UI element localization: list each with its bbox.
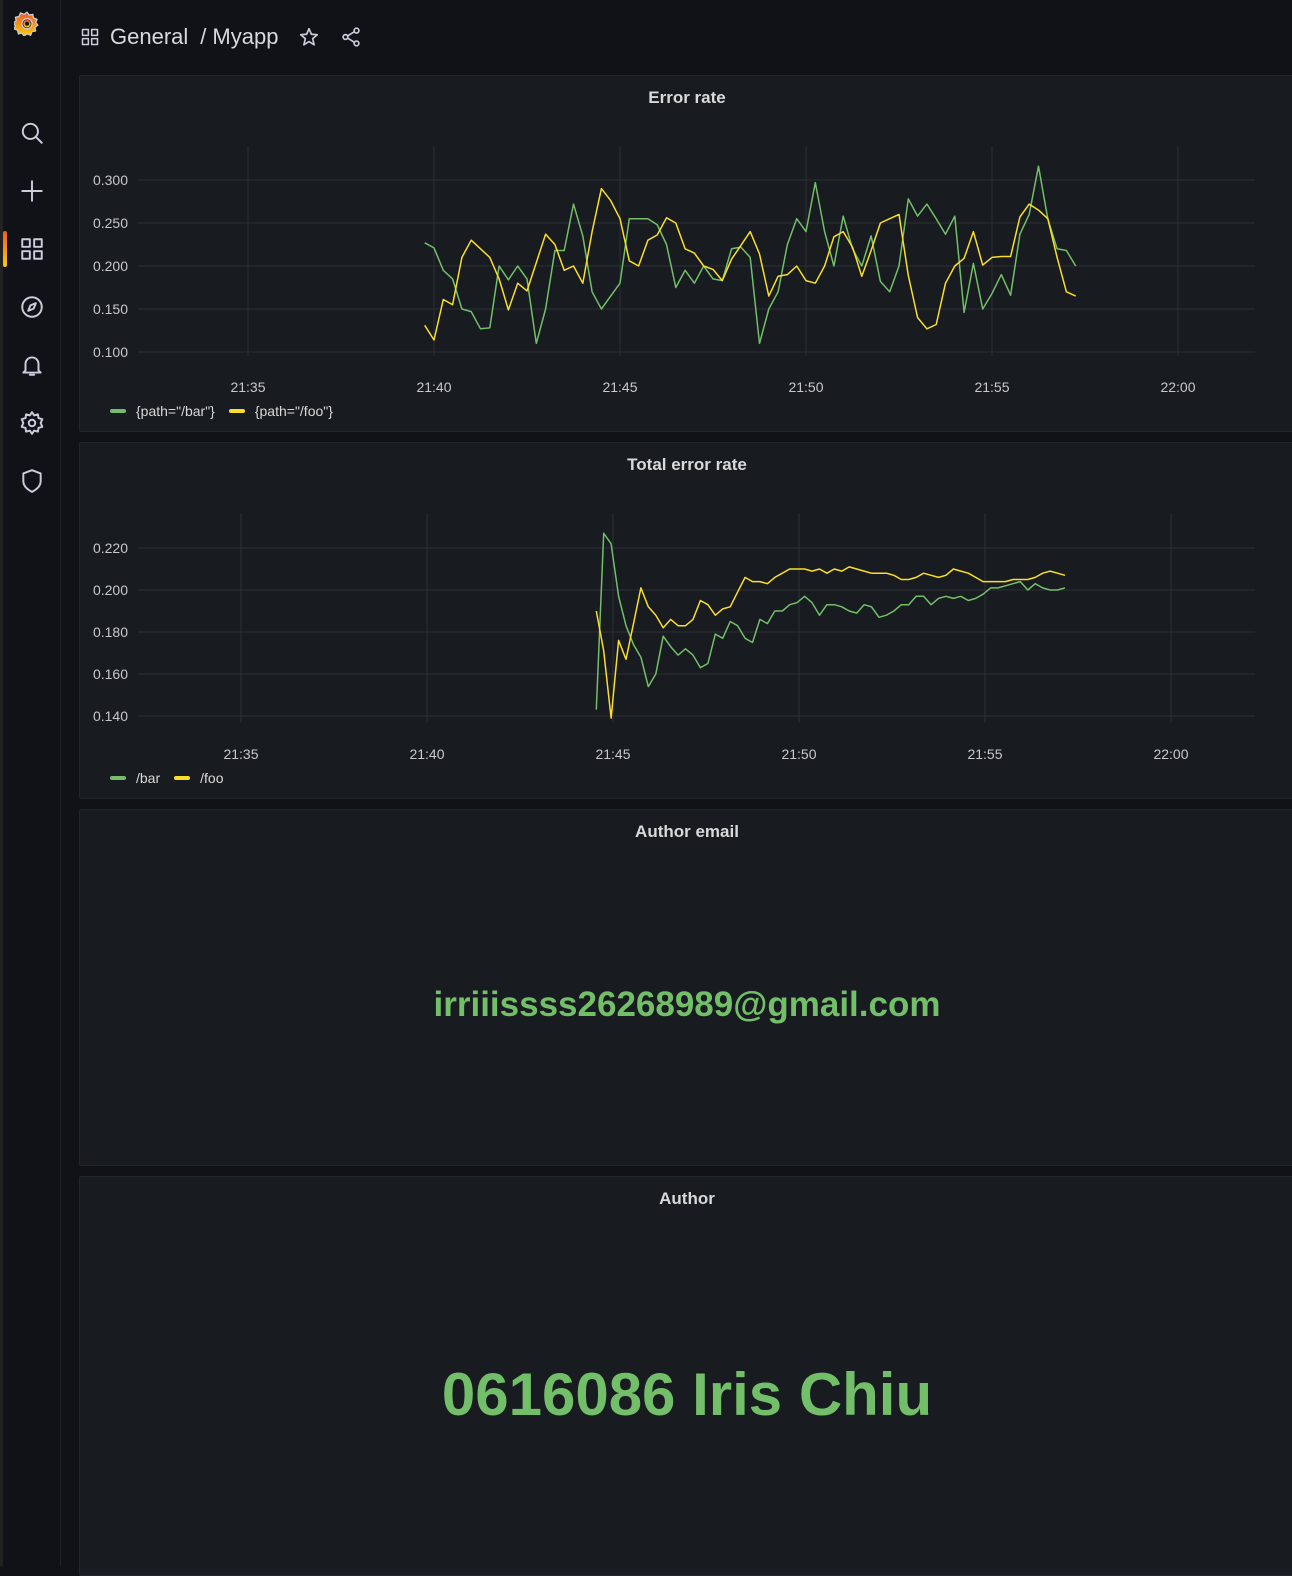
- breadcrumb-separator: /: [200, 24, 207, 49]
- y-tick: 0.150: [93, 301, 128, 317]
- series-line-bar: [424, 165, 1077, 345]
- y-tick: 0.140: [93, 708, 128, 724]
- x-tick: 21:50: [788, 379, 823, 395]
- y-tick: 0.100: [93, 344, 128, 360]
- legend-item-foo[interactable]: {path="/foo"}: [228, 403, 333, 419]
- y-tick: 0.180: [93, 624, 128, 640]
- y-tick: 0.200: [93, 582, 128, 598]
- panel-title[interactable]: Author email: [80, 822, 1292, 842]
- legend-label: {path="/bar"}: [136, 403, 215, 419]
- legend-label: /bar: [136, 770, 161, 786]
- panel-author: Author 0616086 Iris Chiu: [79, 1176, 1292, 1576]
- stat-value: irriiissss26268989@gmail.com: [433, 985, 941, 1024]
- panel-error-rate: Error rate 0.100 0.150 0.200 0.250 0.300…: [79, 75, 1292, 432]
- y-tick: 0.160: [93, 666, 128, 682]
- legend-swatch: [174, 776, 191, 780]
- x-tick: 21:55: [967, 746, 1002, 762]
- panel-title[interactable]: Author: [80, 1189, 1292, 1209]
- panel-total-error-rate: Total error rate 0.140 0.160 0.180 0.200…: [79, 442, 1292, 799]
- grafana-logo-icon[interactable]: [12, 10, 50, 46]
- legend-item-bar[interactable]: {path="/bar"}: [110, 403, 215, 419]
- x-tick: 22:00: [1160, 379, 1195, 395]
- x-tick: 21:50: [781, 746, 816, 762]
- legend-label: /foo: [200, 770, 224, 786]
- sidebar: [3, 0, 61, 1566]
- legend-swatch: [110, 409, 126, 413]
- gridlines: [138, 146, 1255, 356]
- x-tick: 21:55: [974, 379, 1009, 395]
- stat-value: 0616086 Iris Chiu: [441, 1361, 933, 1428]
- y-tick: 0.220: [93, 540, 128, 556]
- breadcrumb-folder[interactable]: General: [110, 24, 188, 50]
- dashboard-grid-icon: [80, 27, 100, 47]
- breadcrumb-dashboard[interactable]: Myapp: [212, 24, 278, 50]
- legend-item-foo[interactable]: /foo: [174, 770, 223, 786]
- alerting-icon[interactable]: [3, 345, 60, 385]
- share-icon[interactable]: [340, 26, 362, 48]
- plus-icon[interactable]: [3, 171, 60, 211]
- x-tick: 21:45: [595, 746, 630, 762]
- shield-icon[interactable]: [3, 461, 60, 501]
- search-icon[interactable]: [3, 113, 60, 153]
- y-tick: 0.250: [93, 215, 128, 231]
- gridlines: [138, 513, 1255, 723]
- explore-icon[interactable]: [3, 287, 60, 327]
- x-tick: 21:40: [416, 379, 451, 395]
- legend-swatch: [110, 776, 126, 780]
- series-line-bar: [595, 532, 1066, 710]
- legend: /bar /foo: [110, 770, 237, 786]
- y-tick: 0.300: [93, 172, 128, 188]
- legend-swatch: [228, 409, 245, 413]
- legend-label: {path="/foo"}: [254, 403, 333, 419]
- total-error-rate-chart: 0.140 0.160 0.180 0.200 0.220 21:35 21:4…: [93, 513, 1255, 762]
- x-tick: 21:35: [230, 379, 265, 395]
- configuration-icon[interactable]: [3, 403, 60, 443]
- y-tick: 0.200: [93, 258, 128, 274]
- legend-item-bar[interactable]: /bar: [110, 770, 160, 786]
- topbar: General / Myapp: [60, 0, 1292, 74]
- x-tick: 22:00: [1153, 746, 1188, 762]
- legend: {path="/bar"} {path="/foo"}: [110, 403, 347, 419]
- error-rate-chart: 0.100 0.150 0.200 0.250 0.300 21:35 21:4…: [93, 146, 1255, 395]
- star-icon[interactable]: [298, 26, 320, 48]
- dashboards-icon[interactable]: [3, 229, 60, 269]
- panel-author-email: Author email irriiissss26268989@gmail.co…: [79, 809, 1292, 1166]
- x-tick: 21:35: [223, 746, 258, 762]
- x-tick: 21:40: [409, 746, 444, 762]
- x-tick: 21:45: [602, 379, 637, 395]
